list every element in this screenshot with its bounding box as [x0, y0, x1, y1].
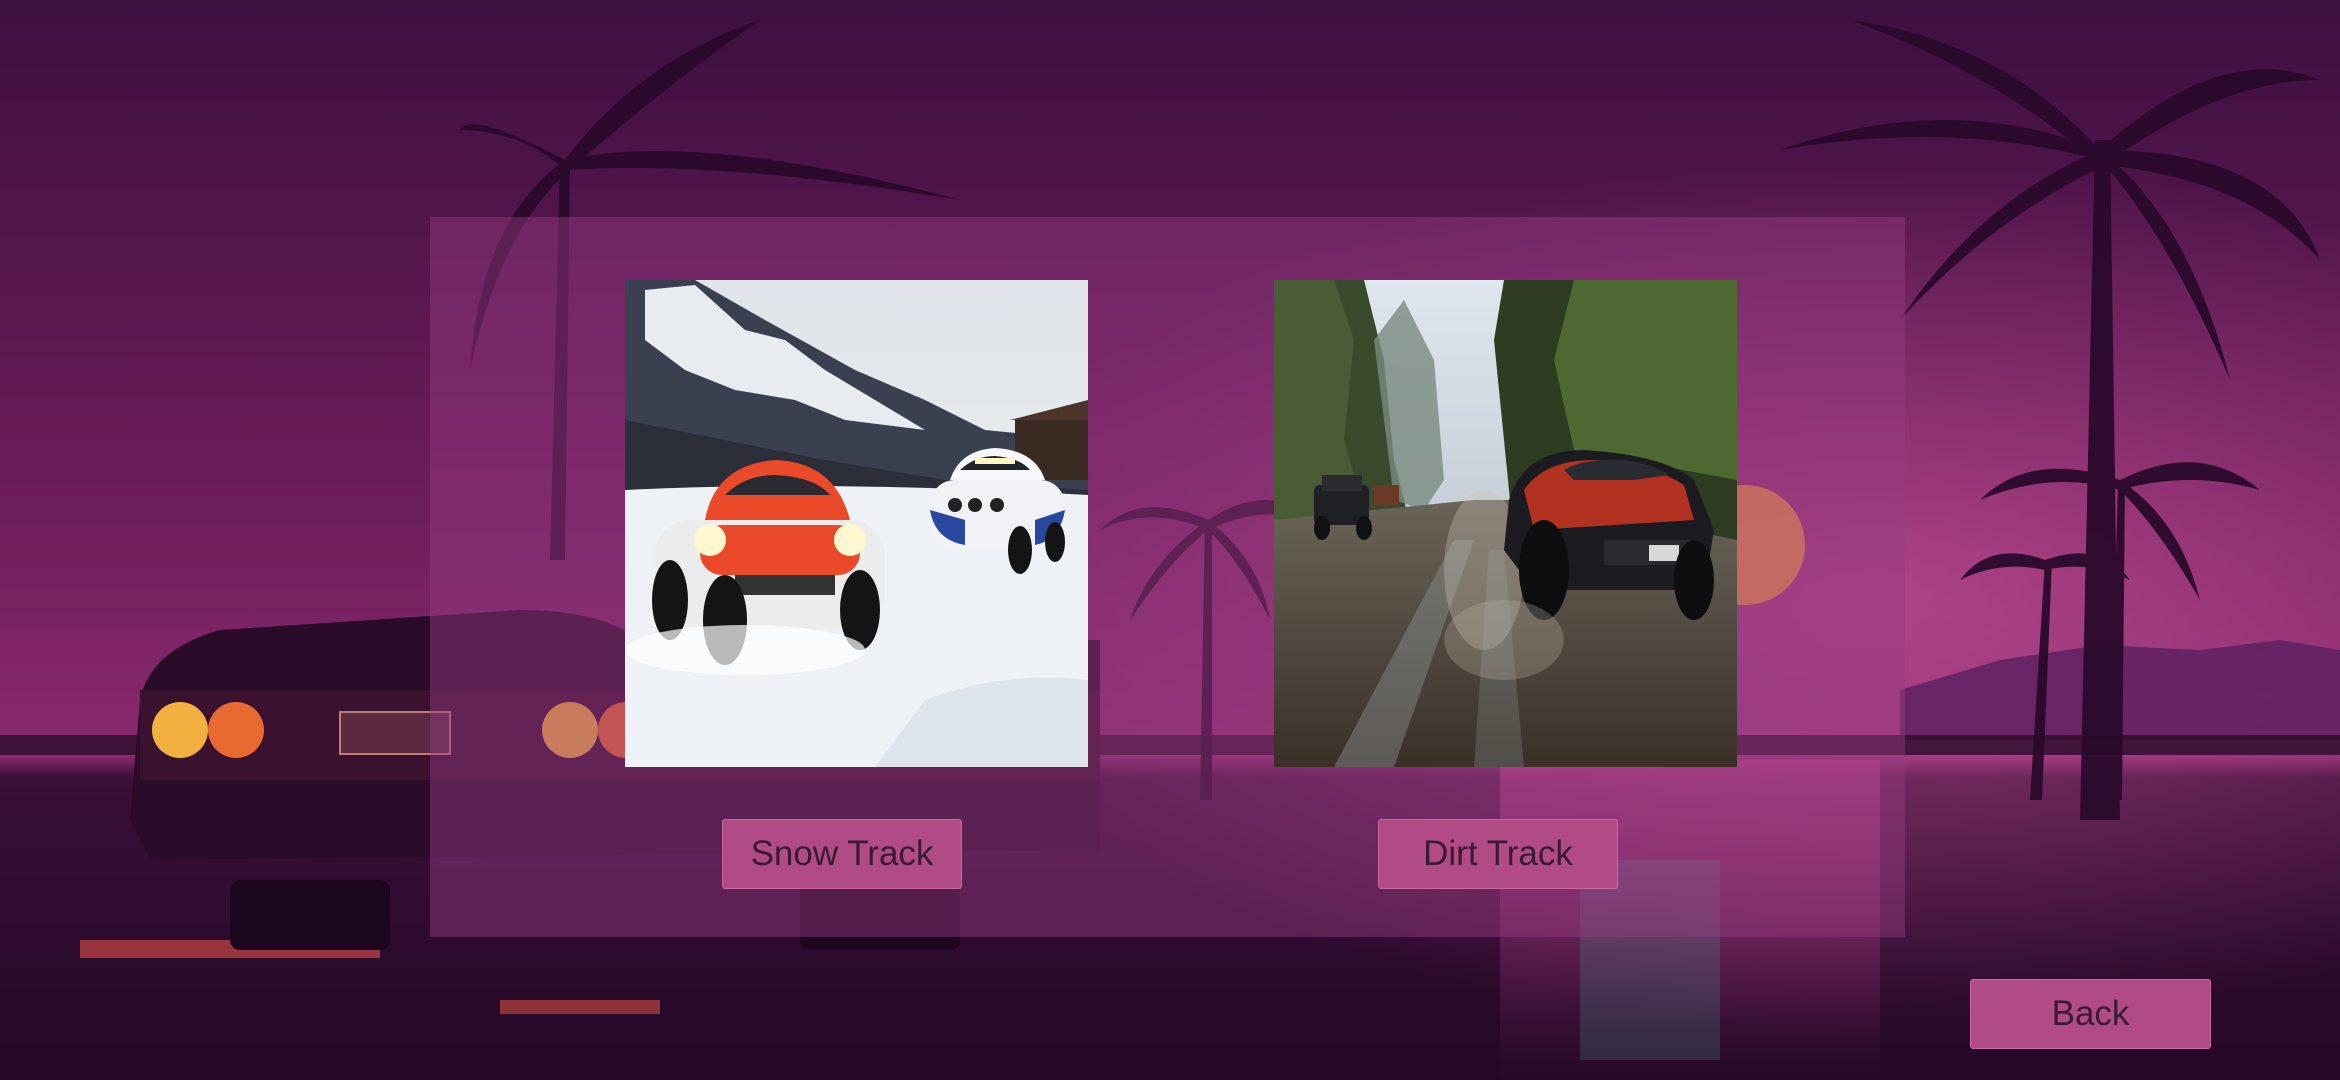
- back-button[interactable]: Back: [1970, 979, 2211, 1049]
- dirt-track-image[interactable]: [1274, 280, 1737, 767]
- snow-track-button[interactable]: Snow Track: [722, 819, 962, 889]
- snow-track-image[interactable]: [625, 280, 1088, 767]
- dirt-track-button[interactable]: Dirt Track: [1378, 819, 1618, 889]
- track-select-panel: Snow Track Dirt Track: [430, 217, 1905, 937]
